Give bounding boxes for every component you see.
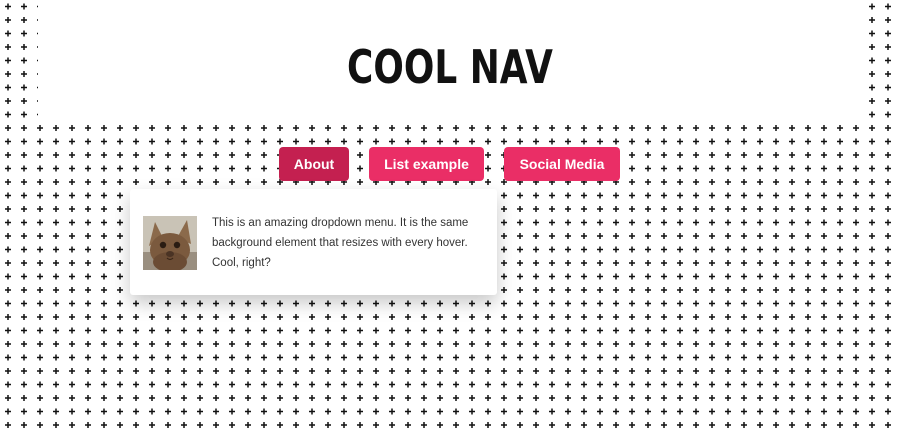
nav-item-about[interactable]: About [279,147,349,181]
page-title: COOL NAV [347,40,553,94]
dropdown-description: This is an amazing dropdown menu. It is … [212,217,469,269]
nav-item-list-example[interactable]: List example [369,147,484,181]
main-nav: About List example Social Media [0,147,900,181]
dropdown-menu: This is an amazing dropdown menu. It is … [130,189,497,295]
nav-item-social-media[interactable]: Social Media [504,147,620,181]
cat-photo [143,216,197,270]
header-panel: COOL NAV [38,0,862,122]
